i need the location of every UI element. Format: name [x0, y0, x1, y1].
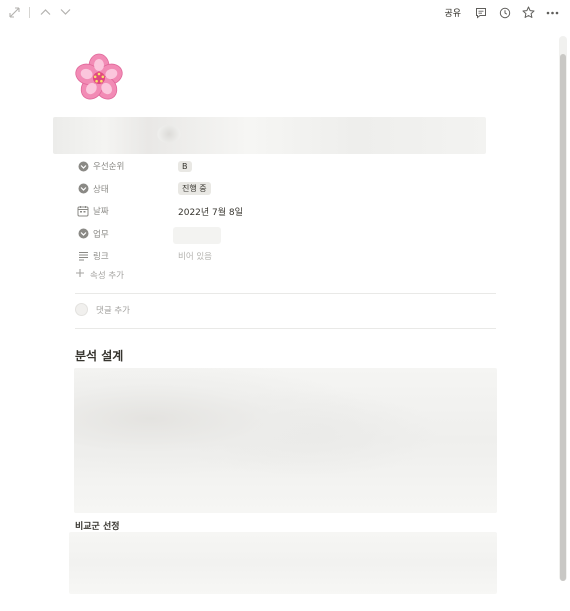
scrollbar-thumb[interactable] — [560, 54, 566, 581]
property-label: 업무 — [93, 229, 109, 240]
top-bar: 공유 — [0, 0, 570, 24]
select-icon — [77, 183, 89, 195]
expand-icon[interactable] — [7, 5, 21, 19]
divider — [75, 293, 496, 294]
redacted-content — [69, 532, 497, 594]
chevron-down-icon[interactable] — [58, 5, 72, 19]
more-icon[interactable] — [545, 5, 560, 20]
property-label: 우선순위 — [93, 162, 125, 173]
property-label: 상태 — [93, 184, 109, 195]
avatar — [75, 303, 88, 316]
plus-icon — [75, 268, 85, 281]
page-nav — [7, 5, 72, 19]
property-date[interactable]: 날짜 2022년 7월 8일 — [75, 200, 496, 223]
select-icon — [77, 160, 89, 172]
divider — [75, 328, 496, 329]
property-label: 링크 — [93, 252, 109, 263]
redacted-mark — [157, 125, 181, 143]
add-property-button[interactable]: 속성 추가 — [75, 268, 124, 281]
history-icon[interactable] — [497, 5, 512, 20]
star-icon[interactable] — [521, 5, 536, 20]
properties-list: 우선순위 B 상태 진행 중 날짜 2022년 7월 8일 업무 링크 비어 있… — [75, 155, 496, 268]
property-link[interactable]: 링크 비어 있음 — [75, 245, 496, 268]
priority-tag: B — [178, 160, 192, 172]
add-comment[interactable]: 댓글 추가 — [75, 303, 130, 316]
property-status[interactable]: 상태 진행 중 — [75, 178, 496, 201]
status-tag: 진행 중 — [178, 182, 211, 196]
chevron-up-icon[interactable] — [38, 5, 52, 19]
add-property-label: 속성 추가 — [90, 270, 124, 281]
task-value-redacted[interactable] — [173, 226, 221, 244]
link-value-empty[interactable]: 비어 있음 — [178, 250, 212, 262]
cherry-blossom-icon[interactable] — [73, 52, 125, 104]
property-label: 날짜 — [93, 207, 109, 218]
page-actions: 공유 — [441, 4, 560, 21]
heading-compare-group: 비교군 선정 — [75, 522, 120, 532]
comment-icon[interactable] — [473, 5, 488, 20]
redacted-image — [74, 368, 497, 513]
text-lines-icon — [77, 250, 89, 262]
nav-divider — [29, 6, 30, 18]
page-title-redacted[interactable] — [53, 117, 486, 154]
add-comment-label: 댓글 추가 — [96, 305, 130, 316]
property-priority[interactable]: 우선순위 B — [75, 155, 496, 178]
heading-analysis-design: 분석 설계 — [75, 349, 124, 363]
calendar-icon — [77, 205, 89, 217]
priority-value[interactable]: B — [178, 160, 192, 172]
property-task[interactable]: 업무 — [75, 223, 496, 246]
select-icon — [77, 228, 89, 240]
date-value[interactable]: 2022년 7월 8일 — [178, 205, 243, 218]
share-button[interactable]: 공유 — [441, 4, 464, 21]
status-value[interactable]: 진행 중 — [178, 182, 211, 196]
